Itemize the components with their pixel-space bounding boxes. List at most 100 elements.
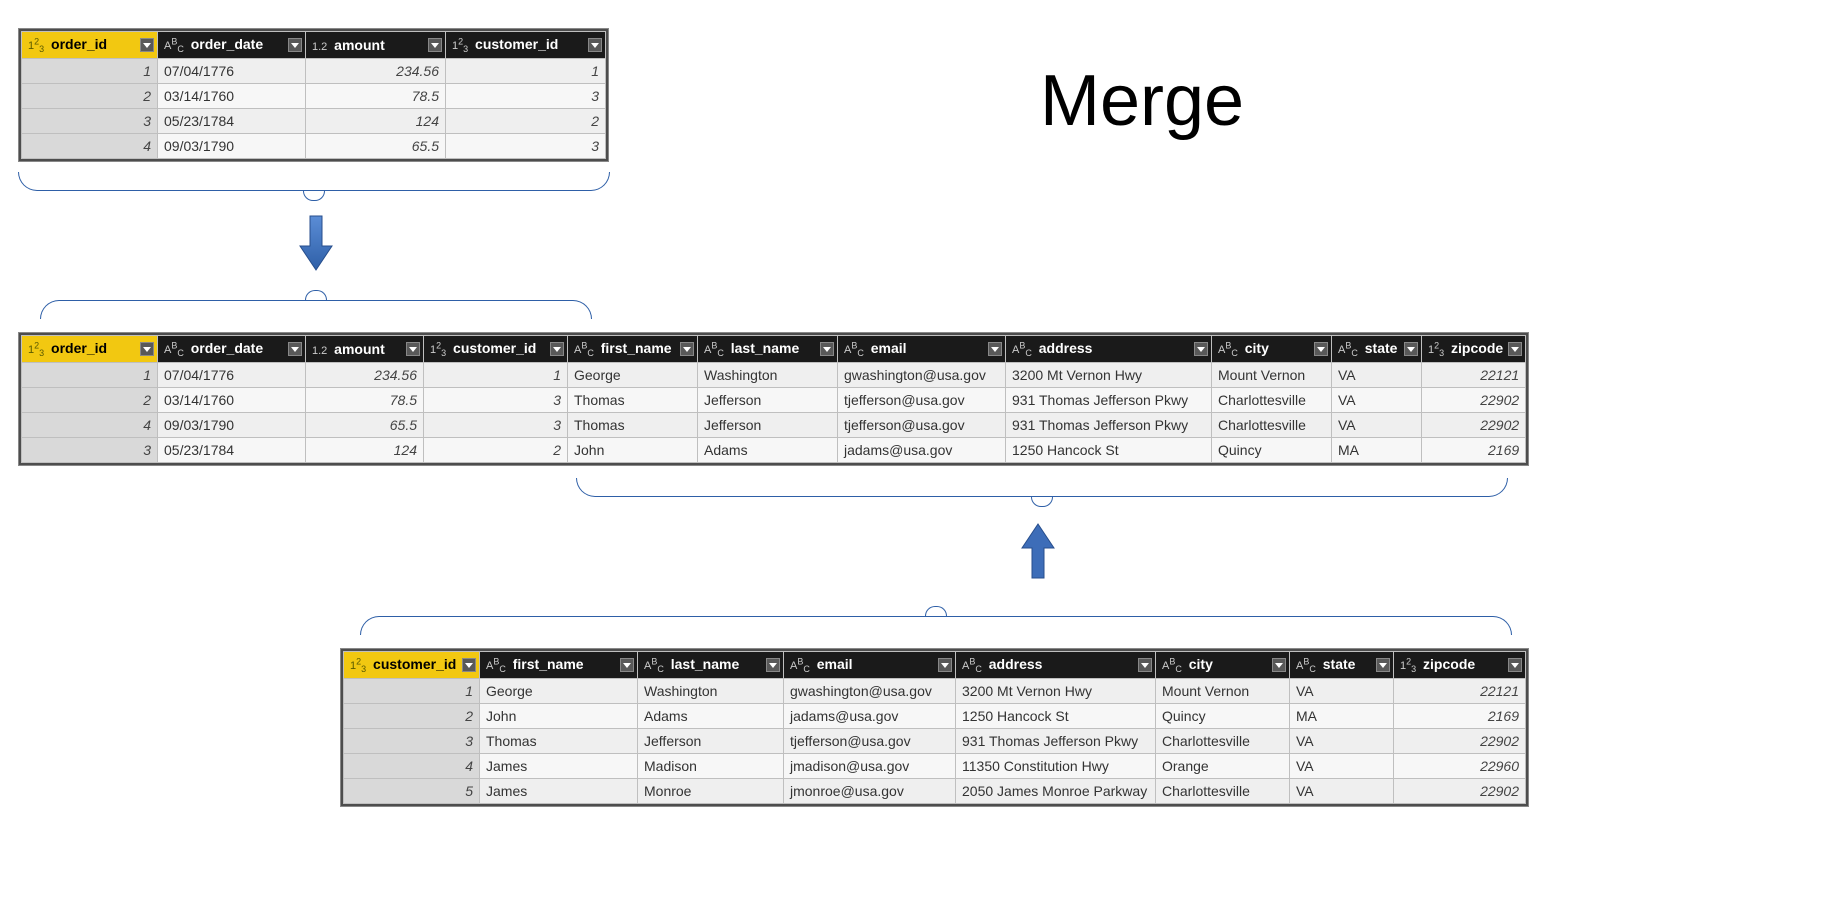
table-cell: 03/14/1760 bbox=[158, 388, 306, 413]
column-header-order_id[interactable]: 123 order_id bbox=[22, 336, 158, 363]
table-cell: 1 bbox=[22, 59, 158, 84]
column-header-city[interactable]: ABC city bbox=[1156, 652, 1290, 679]
filter-dropdown-icon[interactable] bbox=[766, 658, 780, 672]
filter-dropdown-icon[interactable] bbox=[428, 38, 442, 52]
table-cell: 65.5 bbox=[306, 134, 446, 159]
column-header-amount[interactable]: 1.2 amount bbox=[306, 336, 424, 363]
column-header-city[interactable]: ABC city bbox=[1212, 336, 1332, 363]
column-header-email[interactable]: ABC email bbox=[784, 652, 956, 679]
table-cell: MA bbox=[1332, 438, 1422, 463]
column-header-address[interactable]: ABC address bbox=[956, 652, 1156, 679]
column-header-last_name[interactable]: ABC last_name bbox=[638, 652, 784, 679]
column-header-customer_id[interactable]: 123 customer_id bbox=[424, 336, 568, 363]
table-row[interactable]: 305/23/17841242JohnAdamsjadams@usa.gov12… bbox=[22, 438, 1526, 463]
column-header-state[interactable]: ABC state bbox=[1290, 652, 1394, 679]
table-row[interactable]: 409/03/179065.53 bbox=[22, 134, 606, 159]
column-header-amount[interactable]: 1.2 amount bbox=[306, 32, 446, 59]
table-cell: 05/23/1784 bbox=[158, 438, 306, 463]
filter-dropdown-icon[interactable] bbox=[1138, 658, 1152, 672]
table-row[interactable]: 4JamesMadisonjmadison@usa.gov11350 Const… bbox=[344, 754, 1526, 779]
table-cell: 2 bbox=[424, 438, 568, 463]
table-cell: Monroe bbox=[638, 779, 784, 804]
table-cell: gwashington@usa.gov bbox=[784, 679, 956, 704]
table-cell: 2 bbox=[22, 84, 158, 109]
filter-dropdown-icon[interactable] bbox=[288, 38, 302, 52]
table-cell: 22902 bbox=[1394, 729, 1526, 754]
table-row[interactable]: 1GeorgeWashingtongwashington@usa.gov3200… bbox=[344, 679, 1526, 704]
table-cell: 3 bbox=[424, 388, 568, 413]
table-row[interactable]: 203/14/176078.53ThomasJeffersontjefferso… bbox=[22, 388, 1526, 413]
filter-dropdown-icon[interactable] bbox=[1376, 658, 1390, 672]
table-cell: Thomas bbox=[480, 729, 638, 754]
table-cell: 07/04/1776 bbox=[158, 59, 306, 84]
filter-dropdown-icon[interactable] bbox=[550, 342, 564, 356]
table-cell: Charlottesville bbox=[1156, 779, 1290, 804]
table-cell: 09/03/1790 bbox=[158, 134, 306, 159]
table-cell: George bbox=[568, 363, 698, 388]
table-cell: 2 bbox=[22, 388, 158, 413]
filter-dropdown-icon[interactable] bbox=[1404, 342, 1418, 356]
filter-dropdown-icon[interactable] bbox=[680, 342, 694, 356]
table-cell: 5 bbox=[344, 779, 480, 804]
table-cell: VA bbox=[1290, 729, 1394, 754]
filter-dropdown-icon[interactable] bbox=[1314, 342, 1328, 356]
filter-dropdown-icon[interactable] bbox=[406, 342, 420, 356]
column-header-customer_id[interactable]: 123 customer_id bbox=[344, 652, 480, 679]
table-cell: 1250 Hancock St bbox=[1006, 438, 1212, 463]
table-cell: 234.56 bbox=[306, 363, 424, 388]
table-cell: James bbox=[480, 779, 638, 804]
table-cell: Madison bbox=[638, 754, 784, 779]
column-header-email[interactable]: ABC email bbox=[838, 336, 1006, 363]
column-header-last_name[interactable]: ABC last_name bbox=[698, 336, 838, 363]
table-cell: Thomas bbox=[568, 413, 698, 438]
column-header-order_date[interactable]: ABC order_date bbox=[158, 336, 306, 363]
column-header-first_name[interactable]: ABC first_name bbox=[480, 652, 638, 679]
filter-dropdown-icon[interactable] bbox=[988, 342, 1002, 356]
filter-dropdown-icon[interactable] bbox=[1508, 342, 1522, 356]
table-cell: Adams bbox=[698, 438, 838, 463]
table-cell: tjefferson@usa.gov bbox=[838, 413, 1006, 438]
table-cell: Charlottesville bbox=[1156, 729, 1290, 754]
table-row[interactable]: 305/23/17841242 bbox=[22, 109, 606, 134]
column-header-zipcode[interactable]: 123 zipcode bbox=[1422, 336, 1526, 363]
merged-table: 123 order_idABC order_date1.2 amount123 … bbox=[18, 332, 1529, 466]
table-cell: 3 bbox=[446, 84, 606, 109]
filter-dropdown-icon[interactable] bbox=[1272, 658, 1286, 672]
table-row[interactable]: 107/04/1776234.561GeorgeWashingtongwashi… bbox=[22, 363, 1526, 388]
arrow-up-icon bbox=[1020, 522, 1056, 580]
table-row[interactable]: 107/04/1776234.561 bbox=[22, 59, 606, 84]
table-cell: 3 bbox=[446, 134, 606, 159]
table-row[interactable]: 2JohnAdamsjadams@usa.gov1250 Hancock StQ… bbox=[344, 704, 1526, 729]
table-cell: Charlottesville bbox=[1212, 413, 1332, 438]
filter-dropdown-icon[interactable] bbox=[588, 38, 602, 52]
table-row[interactable]: 5JamesMonroejmonroe@usa.gov2050 James Mo… bbox=[344, 779, 1526, 804]
table-cell: tjefferson@usa.gov bbox=[784, 729, 956, 754]
filter-dropdown-icon[interactable] bbox=[820, 342, 834, 356]
table-cell: 2 bbox=[446, 109, 606, 134]
column-header-state[interactable]: ABC state bbox=[1332, 336, 1422, 363]
table-cell: Thomas bbox=[568, 388, 698, 413]
table-row[interactable]: 3ThomasJeffersontjefferson@usa.gov931 Th… bbox=[344, 729, 1526, 754]
filter-dropdown-icon[interactable] bbox=[140, 342, 154, 356]
filter-dropdown-icon[interactable] bbox=[462, 658, 476, 672]
table-row[interactable]: 203/14/176078.53 bbox=[22, 84, 606, 109]
filter-dropdown-icon[interactable] bbox=[1508, 658, 1522, 672]
column-header-order_date[interactable]: ABC order_date bbox=[158, 32, 306, 59]
table-cell: Charlottesville bbox=[1212, 388, 1332, 413]
table-cell: 3 bbox=[424, 413, 568, 438]
filter-dropdown-icon[interactable] bbox=[288, 342, 302, 356]
filter-dropdown-icon[interactable] bbox=[938, 658, 952, 672]
column-header-customer_id[interactable]: 123 customer_id bbox=[446, 32, 606, 59]
table-cell: 3 bbox=[344, 729, 480, 754]
filter-dropdown-icon[interactable] bbox=[620, 658, 634, 672]
column-header-first_name[interactable]: ABC first_name bbox=[568, 336, 698, 363]
table-cell: VA bbox=[1290, 754, 1394, 779]
column-header-zipcode[interactable]: 123 zipcode bbox=[1394, 652, 1526, 679]
table-cell: Washington bbox=[698, 363, 838, 388]
table-cell: 05/23/1784 bbox=[158, 109, 306, 134]
column-header-order_id[interactable]: 123 order_id bbox=[22, 32, 158, 59]
filter-dropdown-icon[interactable] bbox=[140, 38, 154, 52]
table-row[interactable]: 409/03/179065.53ThomasJeffersontjefferso… bbox=[22, 413, 1526, 438]
column-header-address[interactable]: ABC address bbox=[1006, 336, 1212, 363]
filter-dropdown-icon[interactable] bbox=[1194, 342, 1208, 356]
